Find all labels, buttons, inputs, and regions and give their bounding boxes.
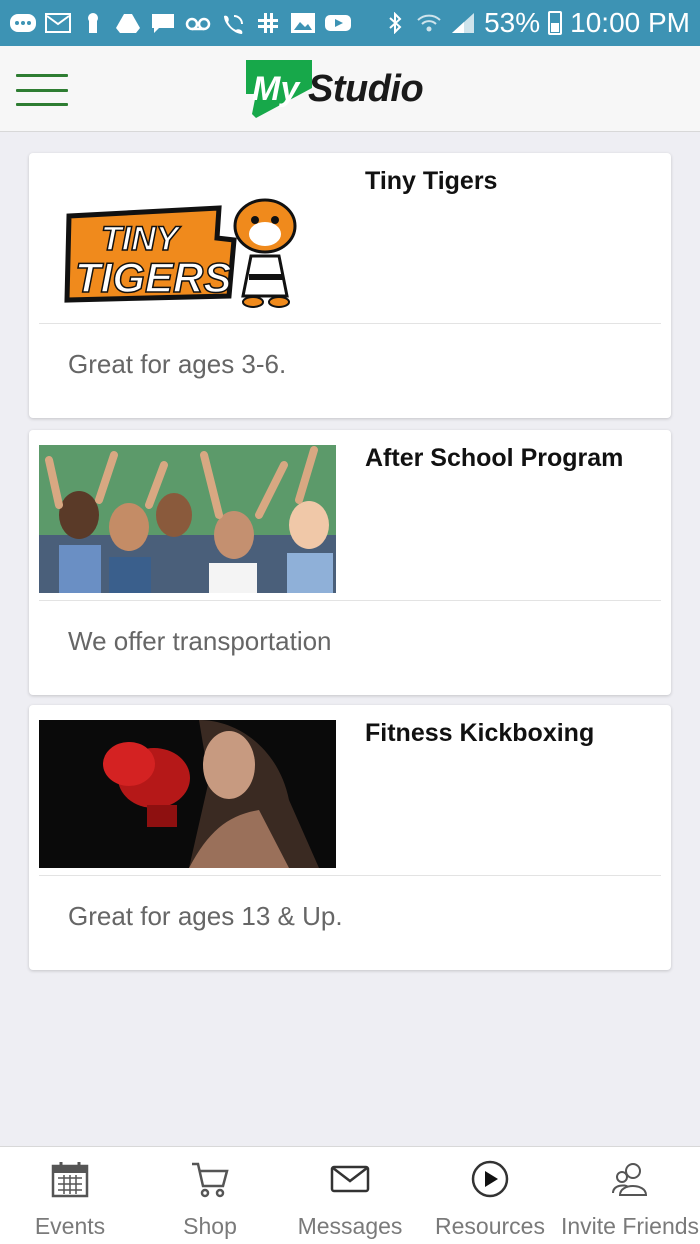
- tiny-tigers-logo-image: TINY TIGERS: [39, 168, 336, 316]
- youtube-icon: [325, 12, 351, 34]
- nav-invite-friends[interactable]: Invite Friends: [560, 1147, 700, 1244]
- battery-icon: [548, 11, 563, 35]
- notification-icons: [10, 12, 351, 34]
- bottom-navigation: Events Shop Messages Resources Invite Fr…: [0, 1146, 700, 1244]
- nav-label: Invite Friends: [560, 1213, 700, 1239]
- card-description: Great for ages 3-6.: [68, 349, 287, 379]
- cart-icon: [192, 1162, 229, 1198]
- kickboxing-photo: [39, 720, 336, 868]
- nav-messages[interactable]: Messages: [280, 1147, 420, 1244]
- card-title: After School Program: [365, 444, 624, 472]
- nav-events[interactable]: Events: [0, 1147, 140, 1244]
- envelope-icon: [330, 1165, 370, 1193]
- wifi-call-icon: [220, 12, 246, 34]
- invite-friends-icon: [612, 1163, 648, 1196]
- hamburger-menu-button[interactable]: [16, 74, 68, 106]
- nav-resources[interactable]: Resources: [420, 1147, 560, 1244]
- nav-shop[interactable]: Shop: [140, 1147, 280, 1244]
- voicemail-icon: [185, 12, 211, 34]
- card-title: Fitness Kickboxing: [365, 719, 595, 747]
- program-card-tiny-tigers[interactable]: TINY TIGERS Tiny Tigers Great for ages 3…: [29, 153, 671, 418]
- more-icon: [10, 12, 36, 34]
- signal-icon: [450, 12, 476, 34]
- program-card-after-school[interactable]: After School Program We offer transporta…: [29, 430, 671, 695]
- nav-label: Events: [34, 1213, 106, 1239]
- card-description: Great for ages 13 & Up.: [68, 901, 343, 931]
- svg-text:TIGERS: TIGERS: [75, 254, 231, 301]
- logo-studio-text: Studio: [308, 67, 424, 110]
- menu-bar-icon: [16, 88, 68, 92]
- battery-percent: 53%: [484, 7, 541, 38]
- program-card-fitness-kickboxing[interactable]: Fitness Kickboxing Great for ages 13 & U…: [29, 705, 671, 970]
- nav-label: Shop: [183, 1213, 237, 1239]
- app-header: My Studio: [0, 46, 700, 132]
- logo-my-text: My: [252, 70, 300, 108]
- system-status: 53% 10:00 PM: [382, 7, 690, 39]
- play-circle-icon: [471, 1160, 509, 1198]
- logo-my-badge: My: [244, 58, 314, 120]
- menu-bar-icon: [16, 103, 68, 106]
- menu-bar-icon: [16, 74, 68, 77]
- mystudio-logo: My Studio: [244, 58, 424, 120]
- gmail-icon: [45, 12, 71, 34]
- chat-icon: [150, 12, 176, 34]
- after-school-photo: [39, 445, 336, 593]
- card-description: We offer transportation: [68, 626, 332, 656]
- svg-text:TINY: TINY: [101, 220, 182, 258]
- slack-icon: [255, 12, 281, 34]
- calendar-icon: [51, 1162, 89, 1198]
- wifi-icon: [416, 12, 442, 34]
- drive-icon: [115, 12, 141, 34]
- status-bar: 53% 10:00 PM: [0, 0, 700, 46]
- bluetooth-icon: [382, 12, 408, 34]
- keyhole-icon: [80, 12, 106, 34]
- clock: 10:00 PM: [570, 7, 690, 38]
- nav-label: Resources: [435, 1213, 545, 1239]
- card-title: Tiny Tigers: [365, 167, 498, 195]
- nav-label: Messages: [297, 1213, 403, 1239]
- image-icon: [290, 12, 316, 34]
